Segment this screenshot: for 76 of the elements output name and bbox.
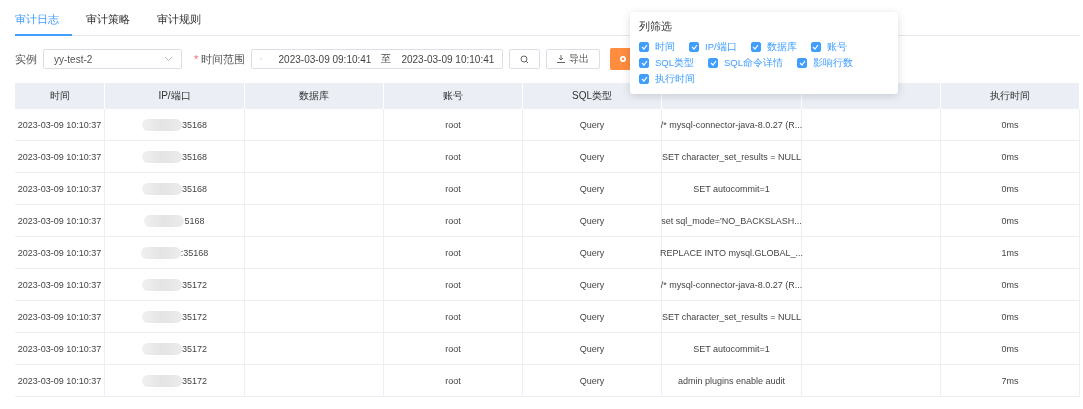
export-button[interactable]: 导出: [546, 49, 601, 69]
table-cell: Query: [523, 333, 662, 365]
table-cell: 0ms: [941, 301, 1080, 333]
table-cell: root: [384, 237, 523, 269]
instance-label: 实例: [15, 51, 37, 67]
table-cell: root: [384, 333, 523, 365]
date-range-field[interactable]: 2023-03-09 09:10:41 至 2023-03-09 10:10:41: [251, 49, 504, 69]
column-header: 执行时间: [941, 83, 1080, 109]
table-cell: 35168: [182, 183, 207, 194]
instance-select[interactable]: yy-test-2: [43, 49, 182, 69]
table-cell: 35172: [182, 311, 207, 322]
table-cell: 35172: [182, 343, 207, 354]
table-cell: Query: [523, 205, 662, 237]
tab[interactable]: 审计策略: [86, 12, 143, 36]
column-checkbox[interactable]: IP/端口: [689, 41, 737, 53]
table-cell: 35172: [182, 375, 207, 386]
column-checkbox[interactable]: 影响行数: [797, 57, 854, 69]
column-checkbox[interactable]: SQL类型: [639, 57, 694, 69]
table-cell: Query: [523, 365, 662, 397]
table-cell: SET character_set_results = NULL: [662, 141, 802, 173]
table-cell: 0ms: [941, 173, 1080, 205]
table-cell: 35168: [182, 151, 207, 162]
table-cell: root: [384, 365, 523, 397]
table-cell: root: [384, 141, 523, 173]
column-checkbox[interactable]: SQL命令详情: [708, 57, 784, 69]
table-cell: Query: [523, 141, 662, 173]
column-checkbox[interactable]: 执行时间: [639, 73, 695, 85]
column-checkbox[interactable]: 数据库: [750, 41, 797, 53]
column-header: 账号: [384, 83, 523, 109]
column-header: IP/端口: [105, 83, 245, 109]
column-header: 数据库: [245, 83, 384, 109]
table-cell: REPLACE INTO mysql.GLOBAL_...: [662, 237, 802, 269]
time-range-label: * 时间范围: [194, 51, 246, 67]
table-cell: 2023-03-09 10:10:37: [15, 237, 105, 269]
table-cell: Query: [523, 269, 662, 301]
table-cell: 2023-03-09 10:10:37: [15, 269, 105, 301]
tab[interactable]: 审计日志: [15, 12, 72, 36]
table-cell: root: [384, 109, 523, 141]
table-cell: SET character_set_results = NULL: [662, 301, 802, 333]
popover-title: 列筛选: [639, 19, 673, 34]
table-cell: /* mysql-connector-java-8.0.27 (R...: [662, 109, 802, 141]
column-checkbox[interactable]: 时间: [639, 41, 675, 53]
table-cell: root: [384, 205, 523, 237]
table-cell: 0ms: [941, 333, 1080, 365]
table-cell: 2023-03-09 10:10:37: [15, 109, 105, 141]
table-cell: SET autocommit=1: [662, 173, 802, 205]
table-cell: set sql_mode='NO_BACKSLASH...: [662, 205, 802, 237]
tab[interactable]: 审计规则: [157, 12, 214, 36]
table-cell: 35172: [182, 279, 207, 290]
table-cell: 2023-03-09 10:10:37: [15, 173, 105, 205]
table-cell: 0ms: [941, 141, 1080, 173]
table-cell: root: [384, 269, 523, 301]
table-cell: Query: [523, 109, 662, 141]
table-cell: root: [384, 301, 523, 333]
column-header: 时间: [15, 83, 105, 109]
table-cell: /* mysql-connector-java-8.0.27 (R...: [662, 269, 802, 301]
column-checkbox[interactable]: 账号: [810, 41, 847, 53]
table-cell: SET autocommit=1: [662, 333, 802, 365]
table-cell: 2023-03-09 10:10:37: [15, 365, 105, 397]
table-cell: 7ms: [941, 365, 1080, 397]
table-cell: 0ms: [941, 269, 1080, 301]
table-cell: 2023-03-09 10:10:37: [15, 205, 105, 237]
table-cell: :35168: [180, 247, 209, 258]
column-header: SQL类型: [523, 83, 662, 109]
table-cell: 2023-03-09 10:10:37: [15, 141, 105, 173]
table-cell: Query: [523, 173, 662, 205]
table-cell: 0ms: [941, 109, 1080, 141]
table-cell: 1ms: [941, 237, 1080, 269]
table-cell: 2023-03-09 10:10:37: [15, 301, 105, 333]
table-cell: admin plugins enable audit: [662, 365, 802, 397]
table-cell: 2023-03-09 10:10:37: [15, 333, 105, 365]
table-cell: 5168: [184, 215, 205, 226]
table-cell: 35168: [182, 119, 207, 130]
table-cell: Query: [523, 301, 662, 333]
table-cell: root: [384, 173, 523, 205]
table-cell: 0ms: [941, 205, 1080, 237]
